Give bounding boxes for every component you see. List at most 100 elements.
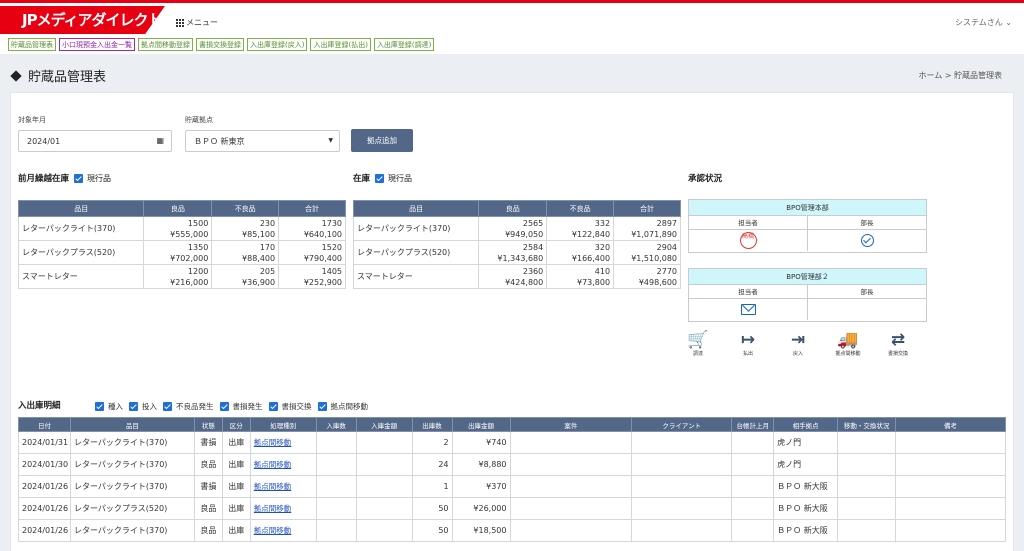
qty: 332 [594,218,611,228]
manager-approval[interactable] [807,230,926,251]
page-title: 貯蔵品管理表 [10,66,106,85]
nav-tab[interactable]: 小口現預金入出金一覧 [59,38,135,51]
user-menu[interactable]: システムさん ⌄ [955,17,1012,28]
good-cell: 1500 ¥555,000 [143,216,213,241]
bad-cell: 230 ¥85,100 [211,216,280,241]
good-cell: 2360 ¥424,800 [478,264,548,289]
nav-tab[interactable]: 書損交換登録 [196,38,244,51]
current-item-checkbox[interactable] [375,173,385,183]
project-cell [509,519,633,542]
procure-button[interactable]: 🛒 調達 [673,330,723,357]
total-cell: 1730 ¥640,100 [278,216,346,241]
in-amount-cell [355,453,413,476]
checkbox[interactable] [95,402,104,411]
in-qty-cell [315,497,357,520]
table-row: 2024/01/26 レターパックプラス(520) 良品 出庫 拠点間移動 50… [18,497,1006,520]
qty: 2565 [522,218,544,228]
cart-icon: 🛒 [687,330,709,350]
filter-checkbox[interactable]: 種入 [95,401,123,412]
month-label: 対象年月 [18,116,46,124]
col-header: 状態 [193,417,223,432]
state-cell: 良品 [193,453,223,476]
payout-button[interactable]: ↦ 払出 [723,330,773,357]
out-qty-cell: 50 [411,519,453,542]
month-input[interactable]: 2024/01 ▦ [18,130,172,152]
date-cell: 2024/01/30 [18,453,71,476]
item-cell: レターパックライト(370) [69,475,195,498]
note-cell [895,497,1006,520]
filter-checkbox[interactable]: 拠点間移動 [317,401,368,412]
carryover-title-text: 前月繰越在庫 [18,174,70,184]
out-qty-cell: 50 [411,497,453,520]
filter-checkbox[interactable]: 不良品発生 [163,401,214,412]
checkbox[interactable] [129,402,138,411]
nav-tab[interactable]: 入出庫登録(戻入) [247,38,308,51]
col-header: 不良品 [546,200,615,217]
staff-approval[interactable] [689,299,807,320]
type-link[interactable]: 拠点間移動 [254,438,292,447]
state-cell: 書損 [193,431,223,454]
out-qty-cell: 24 [411,453,453,476]
nav-tab[interactable]: 入出庫登録(調達) [373,38,435,51]
out-amount-cell: ¥370 [451,475,511,498]
staff-approval[interactable]: 高橋 [689,230,807,251]
table-row: 2024/01/26 レターパックライト(370) 書損 出庫 拠点間移動 1 … [18,475,1006,498]
amount: ¥88,400 [242,253,276,263]
qty: 2904 [656,242,677,252]
nav-tab[interactable]: 入出庫登録(払出) [310,38,371,51]
state-cell: 良品 [193,519,223,542]
out-amount-cell: ¥26,000 [451,497,511,520]
transfer-button[interactable]: 🚚 拠点間移動 [823,330,873,357]
carryover-title: 前月繰越在庫 現行品 [18,172,111,184]
exchange-button[interactable]: ⇄ 書損交換 [873,330,923,357]
good-cell: 1200 ¥216,000 [143,264,213,289]
return-button[interactable]: ⇥ 戻入 [773,330,823,357]
qty: 2770 [656,266,677,276]
checkbox[interactable] [268,402,278,411]
mail-icon [740,304,756,315]
manager-approval[interactable] [807,299,926,320]
qty: 230 [259,218,276,228]
status-cell [837,475,897,498]
nav-tab[interactable]: 貯蔵品管理表 [8,38,56,51]
filter-checkbox[interactable]: 書損交換 [268,401,312,412]
type-link[interactable]: 拠点間移動 [254,504,292,513]
menu-button[interactable]: メニュー [176,17,218,28]
add-site-button[interactable]: 拠点追加 [351,129,413,152]
current-item-checkbox[interactable] [74,173,84,183]
dept-name: BPO管理部２ [689,269,926,285]
item-cell: スマートレター [17,264,145,289]
checkbox[interactable] [163,402,172,411]
type-link[interactable]: 拠点間移動 [254,526,292,535]
type-link[interactable]: 拠点間移動 [254,482,292,491]
total-cell: 2904 ¥1,510,080 [613,240,681,265]
bad-cell: 170 ¥88,400 [211,240,280,265]
kind-cell: 出庫 [221,475,251,498]
breadcrumb[interactable]: ホーム > 貯蔵品管理表 [918,70,1002,81]
amount: ¥122,840 [571,229,611,239]
nav-tab[interactable]: 拠点間移動登録 [138,38,193,51]
in-amount-cell [355,431,413,454]
col-header: 合計 [278,200,346,217]
date-cell: 2024/01/26 [18,519,71,542]
filter-checkbox[interactable]: 書損発生 [219,401,263,412]
col-header: 良品 [143,200,213,217]
diamond-icon [10,70,22,82]
app-logo[interactable]: JPメディアダイレクト [0,6,165,34]
manager-label: 部長 [807,216,926,229]
filter-checkbox[interactable]: 投入 [129,401,157,412]
grid-icon [176,18,184,27]
type-cell: 拠点間移動 [249,497,317,520]
qty: 1350 [187,242,209,252]
total-cell: 1405 ¥252,900 [278,264,346,289]
checkbox[interactable] [219,402,229,411]
note-cell [895,519,1006,542]
book-month-cell [731,497,775,520]
type-link[interactable]: 拠点間移動 [254,460,292,469]
project-cell [509,497,633,520]
action-label: 戻入 [792,351,803,357]
checkbox[interactable] [317,402,327,411]
action-label: 拠点間移動 [835,351,861,357]
site-select[interactable]: ＢＰＯ 新東京 ▼ [185,130,340,152]
status-cell [837,431,897,454]
